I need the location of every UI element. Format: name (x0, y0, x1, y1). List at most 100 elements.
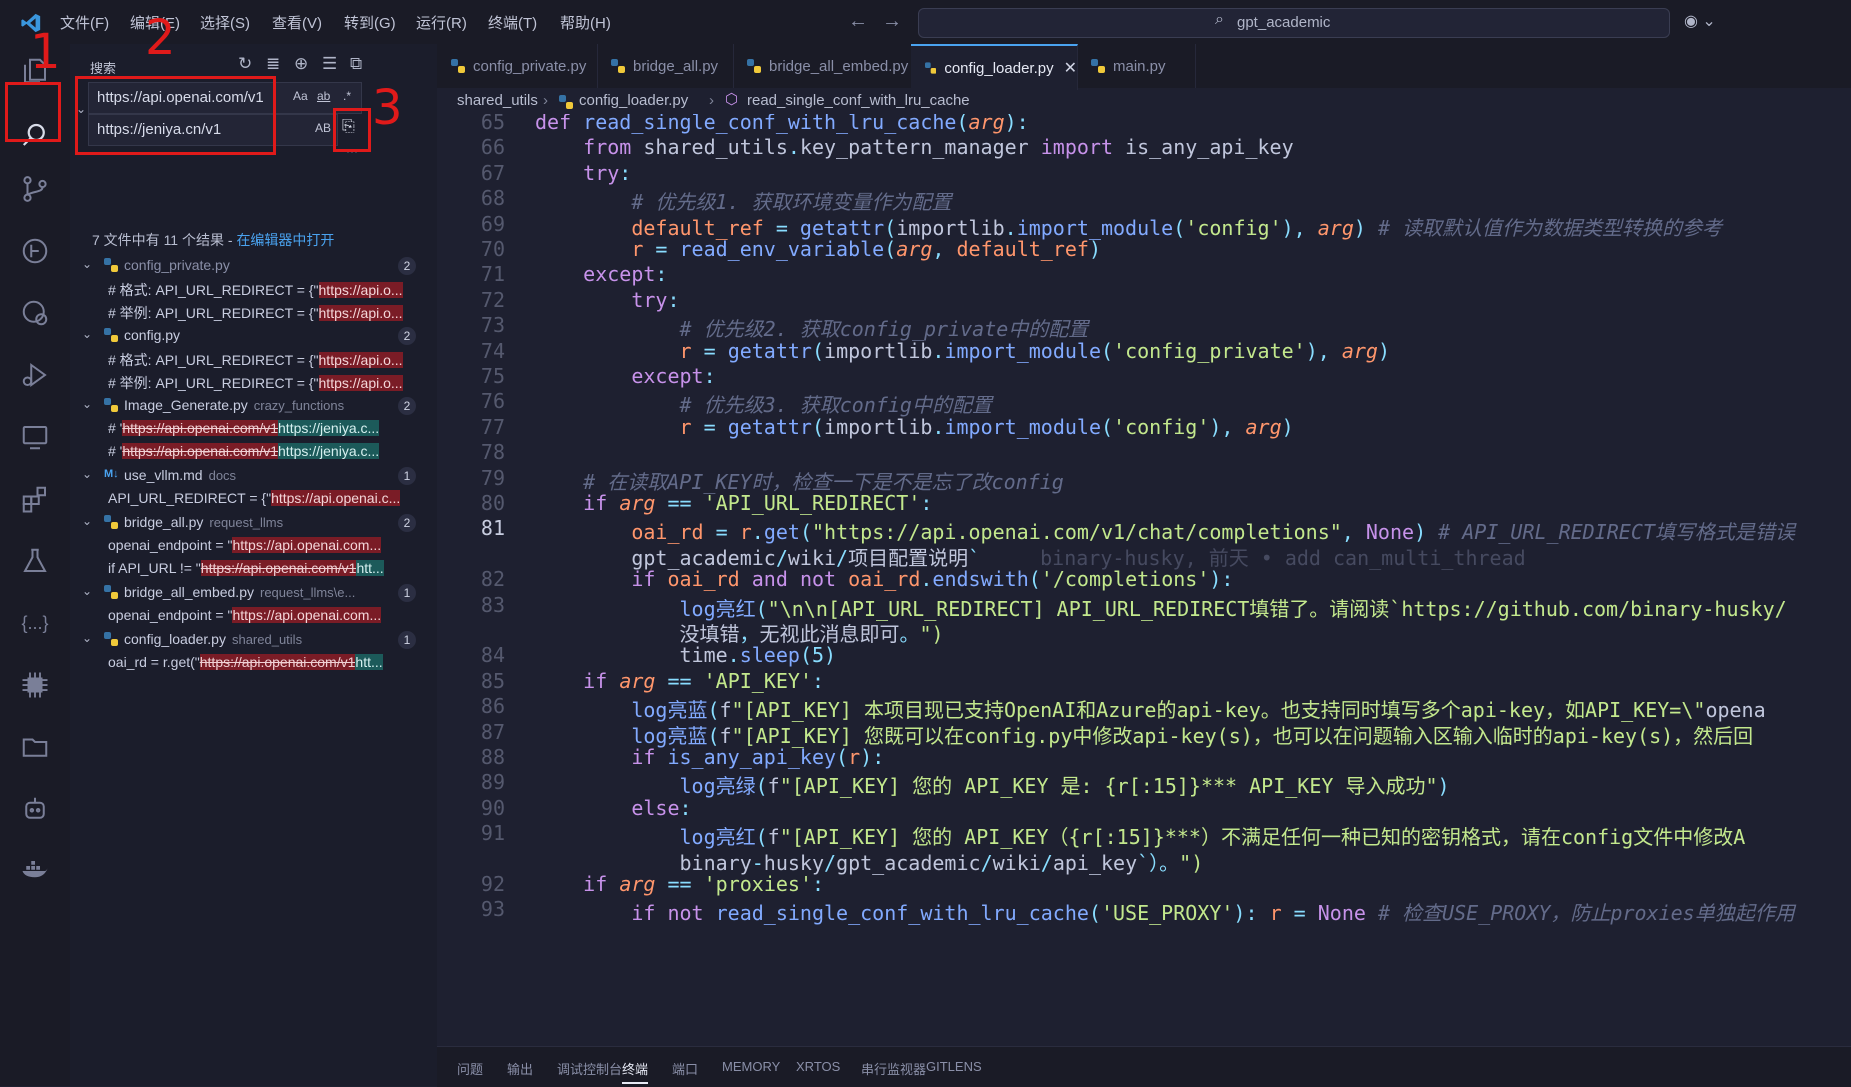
menu-run[interactable]: 运行(R) (416, 12, 467, 33)
code-line[interactable]: def read_single_conf_with_lru_cache(arg)… (535, 114, 1029, 134)
panel-tab[interactable]: 调试控制台 (557, 1059, 622, 1078)
menu-help[interactable]: 帮助(H) (560, 12, 611, 33)
code-line[interactable]: if arg == 'API_KEY': (535, 669, 824, 693)
result-file-row[interactable]: ⌄ config.py 2 (70, 324, 437, 348)
forward-arrow-icon[interactable]: → (882, 10, 902, 33)
code-editor[interactable]: 65 def read_single_conf_with_lru_cache(ar… (437, 114, 1851, 1038)
tab-config-private[interactable]: config_private.py (437, 44, 598, 88)
chevron-down-icon[interactable]: ⌄ (82, 327, 92, 341)
collapse-all-icon[interactable]: ⧉ (350, 54, 362, 74)
code-line[interactable]: r = read_env_variable(arg, default_ref) (535, 237, 1101, 261)
source-control-icon[interactable] (18, 172, 52, 206)
git-graph-icon[interactable] (18, 234, 52, 268)
chevron-down-icon[interactable]: ⌄ (82, 514, 92, 528)
menu-selection[interactable]: 选择(S) (200, 12, 250, 33)
chevron-down-icon[interactable]: ⌄ (82, 584, 92, 598)
copilot-icon[interactable]: ◉ ⌄ (1684, 11, 1716, 31)
code-line[interactable]: try: (535, 161, 631, 185)
code-line[interactable]: except: (535, 262, 667, 286)
code-line[interactable]: except: (535, 364, 715, 388)
file-name-text: bridge_all.py (124, 514, 204, 530)
code-line[interactable]: time.sleep(5) (535, 643, 837, 667)
menu-view[interactable]: 查看(V) (272, 12, 322, 33)
panel-tab[interactable]: 输出 (507, 1059, 533, 1078)
result-file-row[interactable]: ⌄ M↓ use_vllm.md docs 1 (70, 464, 437, 488)
code-line[interactable]: if is_any_api_key(r): (535, 745, 884, 769)
match-case-toggle[interactable]: Aa (293, 89, 308, 103)
testing-flask-icon[interactable] (18, 544, 52, 578)
breadcrumb: shared_utils › config_loader.py › ⬡ read… (437, 88, 1851, 114)
back-arrow-icon[interactable]: ← (848, 10, 868, 33)
tab-bridge-all-embed[interactable]: bridge_all_embed.py (733, 44, 912, 88)
timeline-icon[interactable] (18, 296, 52, 330)
code-line[interactable]: if oai_rd and not oai_rd.endswith('/comp… (535, 567, 1233, 591)
robot-icon[interactable] (18, 792, 52, 826)
code-line[interactable]: if arg == 'proxies': (535, 872, 824, 896)
result-match-row[interactable]: openai_endpoint = "https://api.openai.co… (70, 605, 437, 627)
remote-explorer-icon[interactable] (18, 420, 52, 454)
code-line[interactable]: try: (535, 288, 679, 312)
result-match-row[interactable]: API_URL_REDIRECT = {"https://api.openai.… (70, 488, 437, 510)
tab-bridge-all[interactable]: bridge_all.py (597, 44, 734, 88)
code-line[interactable]: if arg == 'API_URL_REDIRECT': (535, 491, 932, 515)
extensions-icon[interactable] (18, 482, 52, 516)
result-file-name: use_vllm.md docs (124, 467, 236, 483)
menu-terminal[interactable]: 终端(T) (488, 12, 537, 33)
code-line[interactable]: if not read_single_conf_with_lru_cache('… (535, 897, 1794, 926)
result-file-row[interactable]: ⌄ config_private.py 2 (70, 254, 437, 278)
line-number: 74 (480, 338, 505, 363)
code-line[interactable]: r = getattr(importlib.import_module('con… (535, 415, 1294, 439)
result-match-row[interactable]: # 格式: API_URL_REDIRECT = {"https://api.o… (70, 278, 437, 300)
panel-tab[interactable]: XRTOS (796, 1059, 840, 1074)
match-whole-word-toggle[interactable]: ab (317, 89, 330, 103)
folder-icon[interactable] (18, 730, 52, 764)
docker-icon[interactable] (18, 854, 52, 888)
result-file-row[interactable]: ⌄ config_loader.py shared_utils 1 (70, 628, 437, 652)
chevron-down-icon[interactable]: ⌄ (82, 257, 92, 271)
breadcrumb-symbol[interactable]: read_single_conf_with_lru_cache (747, 92, 970, 109)
run-debug-icon[interactable] (18, 358, 52, 392)
result-match-row[interactable]: # 举例: API_URL_REDIRECT = {"https://api.o… (70, 371, 437, 393)
code-line[interactable]: r = getattr(importlib.import_module('con… (535, 339, 1391, 363)
result-file-row[interactable]: ⌄ Image_Generate.py crazy_functions 2 (70, 394, 437, 418)
python-file-icon (104, 632, 118, 646)
breadcrumb-folder[interactable]: shared_utils (457, 92, 538, 109)
result-match-row[interactable]: # 举例: API_URL_REDIRECT = {"https://api.o… (70, 301, 437, 323)
menu-file[interactable]: 文件(F) (60, 12, 109, 33)
panel-tab[interactable]: 串行监视器 (861, 1059, 926, 1078)
chip-icon[interactable] (18, 668, 52, 702)
result-file-row[interactable]: ⌄ bridge_all_embed.py request_llms\e... 1 (70, 581, 437, 605)
chevron-down-icon[interactable]: ⌄ (82, 397, 92, 411)
code-line[interactable]: from shared_utils.key_pattern_manager im… (535, 135, 1293, 159)
panel-tab[interactable]: 端口 (672, 1059, 698, 1078)
open-in-editor-link[interactable]: 在编辑器中打开 (236, 232, 334, 248)
result-match-row[interactable]: oai_rd = r.get("https://api.openai.com/v… (70, 652, 437, 674)
panel-tab[interactable]: MEMORY (722, 1059, 780, 1074)
new-search-editor-icon[interactable]: ⊕ (294, 54, 308, 74)
result-match-row[interactable]: openai_endpoint = "https://api.openai.co… (70, 535, 437, 557)
panel-tab[interactable]: 终端 (622, 1059, 649, 1084)
result-match-row[interactable]: # 'https://api.openai.com/v1https://jeni… (70, 441, 437, 463)
result-match-row[interactable]: # 格式: API_URL_REDIRECT = {"https://api.o… (70, 348, 437, 370)
view-as-tree-icon[interactable]: ☰ (322, 54, 337, 74)
breadcrumb-file[interactable]: config_loader.py (579, 92, 688, 109)
preserve-case-toggle[interactable]: AB (315, 121, 331, 135)
tab-main[interactable]: main.py (1077, 44, 1196, 88)
result-file-row[interactable]: ⌄ bridge_all.py request_llms 2 (70, 511, 437, 535)
close-tab-icon[interactable]: ✕ (1064, 58, 1077, 78)
clear-results-icon[interactable]: ≣ (266, 54, 280, 74)
refresh-icon[interactable]: ↻ (238, 54, 252, 74)
tab-config-loader[interactable]: config_loader.py ✕ (911, 44, 1078, 90)
chevron-down-icon[interactable]: ⌄ (82, 631, 92, 645)
command-center[interactable]: ⌕ gpt_academic (918, 8, 1670, 38)
result-match-row[interactable]: if API_URL != "https://api.openai.com/v1… (70, 558, 437, 580)
json-braces-icon[interactable]: {...} (18, 606, 52, 640)
regex-toggle[interactable]: .* (343, 89, 351, 103)
chevron-down-icon[interactable]: ⌄ (82, 467, 92, 481)
panel-tab[interactable]: GITLENS (926, 1059, 982, 1074)
result-match-row[interactable]: # 'https://api.openai.com/v1https://jeni… (70, 418, 437, 440)
menu-goto[interactable]: 转到(G) (344, 12, 396, 33)
file-name-text: config.py (124, 327, 181, 343)
code-line[interactable]: else: (535, 796, 691, 820)
panel-tab[interactable]: 问题 (457, 1059, 483, 1078)
